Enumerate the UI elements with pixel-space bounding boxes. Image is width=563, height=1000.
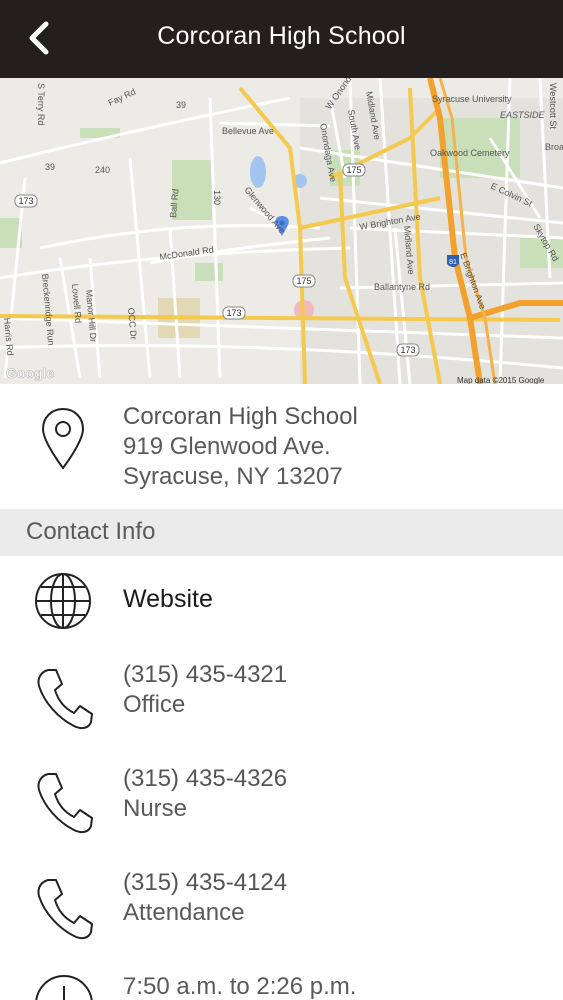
map-label-rt175a: 175 bbox=[346, 165, 361, 175]
map-label-i81: 81 bbox=[449, 259, 457, 266]
phone-label: Office bbox=[123, 691, 186, 718]
phone-icon bbox=[34, 876, 94, 947]
street-address: 919 Glenwood Ave. bbox=[123, 433, 331, 460]
website-row[interactable]: Website bbox=[0, 556, 563, 644]
map-label-rt39a: 39 bbox=[176, 100, 186, 110]
map-label-westcott: Westcott St bbox=[548, 83, 558, 129]
phone-number[interactable]: (315) 435-4321 bbox=[123, 660, 287, 690]
clock-icon bbox=[34, 974, 94, 1000]
address-block[interactable]: Corcoran High School 919 Glenwood Ave. S… bbox=[0, 384, 563, 509]
map-view[interactable]: 173 175 175 173 173 81 39 39 240 Fay Rd … bbox=[0, 78, 563, 384]
map-label-rt39b: 39 bbox=[45, 162, 55, 172]
section-header-contact: Contact Info bbox=[0, 509, 563, 556]
map-label-broad: Broa bbox=[545, 142, 563, 152]
globe-icon bbox=[34, 572, 92, 635]
map-label-oakwood: Oakwood Cemetery bbox=[430, 148, 510, 158]
phone-text: (315) 435-4321 Office bbox=[123, 660, 287, 720]
map-label-rt240: 240 bbox=[95, 165, 110, 175]
phone-row-attendance[interactable]: (315) 435-4124 Attendance bbox=[0, 856, 563, 956]
phone-number[interactable]: (315) 435-4326 bbox=[123, 764, 287, 794]
map-label-rt173b: 173 bbox=[226, 308, 241, 318]
address-text: Corcoran High School 919 Glenwood Ave. S… bbox=[123, 402, 358, 492]
hours-text: 7:50 a.m. to 2:26 p.m. bbox=[123, 973, 357, 1000]
map-label-rt173c: 173 bbox=[400, 345, 415, 355]
google-logo: Google bbox=[6, 365, 54, 381]
phone-icon bbox=[34, 770, 94, 841]
school-name: Corcoran High School bbox=[123, 403, 358, 430]
map-label-terry-rd: S Terry Rd bbox=[36, 83, 46, 125]
phone-row-office[interactable]: (315) 435-4321 Office bbox=[0, 648, 563, 748]
map-pin-icon bbox=[40, 406, 86, 472]
phone-number[interactable]: (315) 435-4124 bbox=[123, 868, 287, 898]
map-label-bellevue: Bellevue Ave bbox=[222, 126, 274, 136]
phone-label: Attendance bbox=[123, 899, 245, 926]
hours-row: 7:50 a.m. to 2:26 p.m. bbox=[0, 960, 563, 1000]
city-state-zip: Syracuse, NY 13207 bbox=[123, 463, 343, 490]
map-label-rt173a: 173 bbox=[18, 196, 33, 206]
phone-text: (315) 435-4326 Nurse bbox=[123, 764, 287, 824]
phone-label: Nurse bbox=[123, 795, 188, 822]
website-link[interactable]: Website bbox=[123, 584, 213, 614]
map-label-syracuse-u: Syracuse University bbox=[432, 94, 512, 104]
page-title: Corcoran High School bbox=[157, 22, 406, 50]
map-attribution: Map data ©2015 Google bbox=[457, 376, 545, 384]
nav-header: Corcoran High School bbox=[0, 0, 563, 78]
map-label-rt175b: 175 bbox=[296, 276, 311, 286]
map-label-eastside: EASTSIDE bbox=[500, 110, 546, 120]
map-label-rt130: 130 bbox=[212, 190, 222, 205]
section-title: Contact Info bbox=[26, 518, 156, 545]
phone-icon bbox=[34, 666, 94, 737]
phone-row-nurse[interactable]: (315) 435-4326 Nurse bbox=[0, 752, 563, 852]
phone-text: (315) 435-4124 Attendance bbox=[123, 868, 287, 928]
map-label-ballantyne: Ballantyne Rd bbox=[374, 282, 430, 292]
